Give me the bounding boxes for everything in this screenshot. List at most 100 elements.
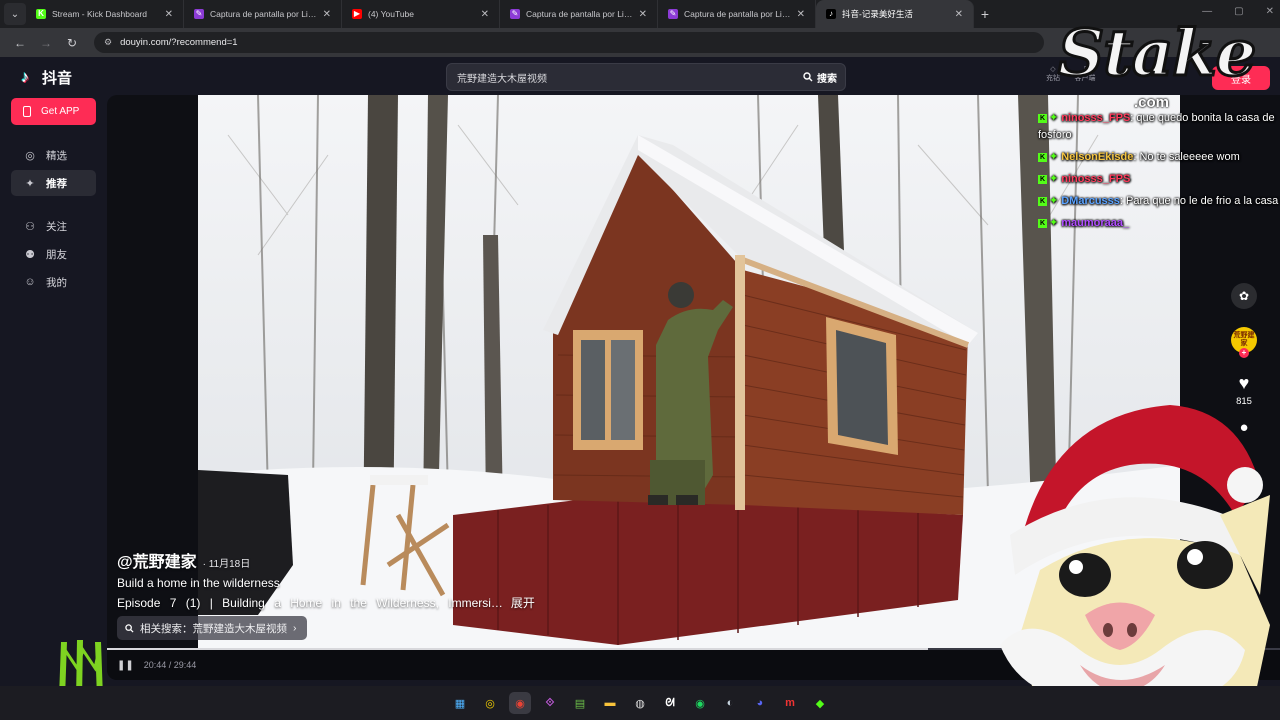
pause-button[interactable]: ❚❚ bbox=[117, 660, 134, 671]
kick-badge-icon: K bbox=[1038, 113, 1047, 123]
kick-taskbar-icon[interactable]: ◆ bbox=[809, 692, 831, 714]
chat-username[interactable]: NelsonEkisde bbox=[1061, 151, 1133, 163]
sidebar-item-0[interactable]: ◎ 精选 bbox=[11, 142, 96, 168]
video-author-row: @荒野建家 · 11月18日 bbox=[117, 548, 250, 572]
get-app-label: Get APP bbox=[41, 106, 80, 117]
file-explorer-icon[interactable]: ▬ bbox=[599, 692, 621, 714]
reload-button[interactable]: ↻ bbox=[62, 36, 82, 50]
windows-start-icon[interactable]: ▦ bbox=[449, 692, 471, 714]
browser-tab[interactable]: ✎ Captura de pantalla por Lightsh ✕ bbox=[658, 0, 816, 28]
related-search-prefix: 相关搜索： bbox=[140, 622, 193, 635]
browser-tab[interactable]: K Stream - Kick Dashboard ✕ bbox=[26, 0, 184, 28]
tab-title: 抖音-记录美好生活 bbox=[842, 9, 913, 19]
search-input[interactable]: 荒野建造大木屋视频 搜索 bbox=[446, 63, 846, 91]
app-icon[interactable]: m bbox=[779, 692, 801, 714]
chat-message: K ✦ ninosss_FPS: que quedo bonita la casa … bbox=[1038, 110, 1280, 144]
search-button[interactable]: 搜索 bbox=[803, 70, 837, 85]
ai-assist-button[interactable]: ✿ bbox=[1231, 283, 1257, 309]
url-text: douyin.com/?recommend=1 bbox=[120, 37, 238, 48]
kick-icon: K bbox=[36, 9, 46, 19]
like-icon[interactable]: ♥ bbox=[1239, 373, 1250, 394]
search-button-label: 搜索 bbox=[817, 73, 837, 85]
sparkle-icon: ✦ bbox=[25, 177, 35, 190]
sidebar: Get APP ◎精选✦推荐⚇关注⚉朋友☺我的 ◎ ⁘ bbox=[0, 95, 106, 711]
kick-badge-icon: K bbox=[1038, 218, 1047, 228]
close-tab-icon[interactable]: ✕ bbox=[481, 9, 489, 20]
close-tab-icon[interactable]: ✕ bbox=[955, 9, 963, 20]
kick-badge-icon: K bbox=[1038, 196, 1047, 206]
spotify-icon[interactable]: ◉ bbox=[689, 692, 711, 714]
sidebar-item-label: 我的 bbox=[46, 276, 67, 289]
notepad-icon[interactable]: ▤ bbox=[569, 692, 591, 714]
close-tab-icon[interactable]: ✕ bbox=[323, 9, 331, 20]
related-search-query: 荒野建造大木屋视频 bbox=[192, 622, 288, 635]
sidebar-item-label: 关注 bbox=[46, 220, 67, 233]
chevron-right-icon: › bbox=[293, 622, 297, 634]
close-tab-icon[interactable]: ✕ bbox=[639, 9, 647, 20]
douyin-logo-text: 抖音 bbox=[42, 70, 73, 87]
youtube-icon: ▶ bbox=[352, 9, 362, 19]
sidebar-item-3[interactable]: ⚉ 朋友 bbox=[11, 241, 96, 267]
author-avatar[interactable]: 荒野建家 + bbox=[1231, 327, 1257, 358]
gem-badge-icon: ✦ bbox=[1049, 195, 1059, 207]
norton-icon[interactable]: ◎ bbox=[479, 692, 501, 714]
gem-badge-icon: ✦ bbox=[1049, 217, 1059, 229]
sidebar-item-label: 精选 bbox=[46, 149, 67, 162]
sidebar-item-label: 推荐 bbox=[46, 177, 67, 190]
gem-badge-icon: ✦ bbox=[1049, 151, 1059, 163]
site-info-icon[interactable]: ⚙ bbox=[104, 37, 112, 48]
sidebar-item-1[interactable]: ✦ 推荐 bbox=[11, 170, 96, 196]
video-description-text: Episode 7 (1) | Building a Home in the W… bbox=[117, 596, 503, 610]
steam-icon[interactable]: ◐ bbox=[719, 692, 741, 714]
douyin-note-icon: ♪ bbox=[21, 68, 29, 86]
close-tab-icon[interactable]: ✕ bbox=[165, 9, 173, 20]
santa-cat-mascot bbox=[1000, 405, 1270, 720]
forward-button[interactable]: → bbox=[36, 36, 56, 50]
browser-tab[interactable]: ✎ Captura de pantalla por Lightsh ✕ bbox=[500, 0, 658, 28]
chrome-icon[interactable]: ◉ bbox=[509, 692, 531, 714]
browser-tab[interactable]: ▶ (4) YouTube ✕ bbox=[342, 0, 500, 28]
stake-logo-word: Stake bbox=[1056, 15, 1257, 93]
tab-title: Stream - Kick Dashboard bbox=[52, 9, 147, 19]
vs-code-icon[interactable]: ⟐ bbox=[539, 692, 561, 714]
capcut-icon[interactable]: ᘛ bbox=[659, 692, 681, 714]
address-bar[interactable]: ⚙ douyin.com/?recommend=1 bbox=[94, 32, 1044, 53]
kick-badge-icon: K bbox=[1038, 174, 1047, 184]
douyin-logo[interactable]: ♪ 抖音 bbox=[21, 67, 72, 88]
stake-logo-overlay: Stake .com bbox=[1056, 12, 1268, 112]
chat-text: : Para que no le de frio a la casa bbox=[1119, 195, 1279, 207]
profile-icon: ☺ bbox=[24, 276, 36, 288]
phone-icon bbox=[23, 106, 31, 117]
lightshot-icon: ✎ bbox=[668, 9, 678, 19]
tab-title: Captura de pantalla por Lightsh bbox=[526, 9, 633, 19]
author-name[interactable]: @荒野建家 bbox=[117, 548, 197, 572]
discord-icon[interactable]: ◕ bbox=[749, 692, 771, 714]
browser-tab[interactable]: ♪ 抖音-记录美好生活 ✕ bbox=[816, 0, 974, 28]
ai-icon: ✿ bbox=[1238, 289, 1250, 303]
browser-tab[interactable]: ✎ Captura de pantalla por Lightsh ✕ bbox=[184, 0, 342, 28]
close-tab-icon[interactable]: ✕ bbox=[797, 9, 805, 20]
new-tab-button[interactable]: + bbox=[974, 6, 996, 22]
kick-chat-overlay: K ✦ ninosss_FPS: que quedo bonita la casa … bbox=[1038, 110, 1280, 237]
sidebar-item-4[interactable]: ☺ 我的 bbox=[11, 269, 96, 295]
tab-title: Captura de pantalla por Lightsh bbox=[684, 9, 791, 19]
related-search-chip[interactable]: 相关搜索： 荒野建造大木屋视频 › bbox=[117, 616, 307, 640]
chat-message: K ✦ DMarcusss: Para que no le de frio a la… bbox=[1038, 193, 1280, 210]
chat-username[interactable]: DMarcusss bbox=[1061, 195, 1120, 207]
expand-button[interactable]: 展开 bbox=[511, 596, 535, 610]
sidebar-item-2[interactable]: ⚇ 关注 bbox=[11, 213, 96, 239]
chat-message: K ✦ NelsonEkisde: No te saleeeee wom bbox=[1038, 149, 1280, 166]
chat-username[interactable]: maumoraaa_ bbox=[1061, 217, 1129, 229]
stake-logo-com: .com bbox=[1134, 94, 1170, 111]
obs-icon[interactable]: ◍ bbox=[629, 692, 651, 714]
get-app-button[interactable]: Get APP bbox=[11, 98, 96, 125]
chat-username[interactable]: ninosss_FPS bbox=[1061, 112, 1130, 124]
tab-search-button[interactable]: ⌄ bbox=[4, 3, 26, 25]
gem-badge-icon: ✦ bbox=[1049, 112, 1059, 124]
follow-plus-icon[interactable]: + bbox=[1239, 348, 1249, 358]
chat-username[interactable]: ninosss_FPS bbox=[1061, 173, 1130, 185]
back-button[interactable]: ← bbox=[10, 36, 30, 50]
sidebar-item-label: 朋友 bbox=[46, 248, 67, 261]
video-description: Episode 7 (1) | Building a Home in the W… bbox=[117, 594, 535, 611]
search-query-text: 荒野建造大木屋视频 bbox=[457, 73, 547, 85]
